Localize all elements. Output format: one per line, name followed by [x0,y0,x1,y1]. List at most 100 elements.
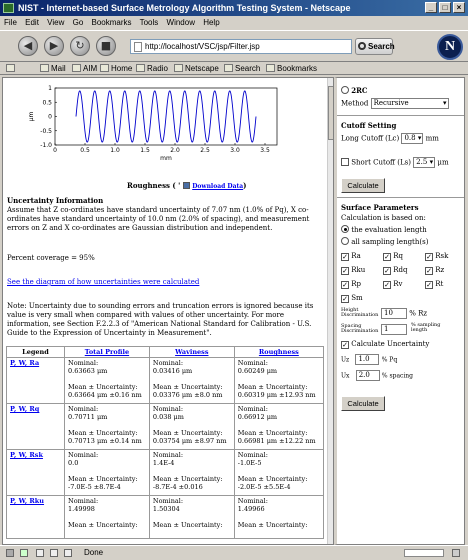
param-checkbox[interactable]: ✓ [383,253,391,261]
cell-line: 0.63663 μm [68,367,108,375]
param-label: Rku [351,266,366,274]
ux-input[interactable]: 2.0 [355,370,380,381]
method-select[interactable]: Recursive [370,98,449,109]
netscape-logo[interactable]: N [437,34,463,60]
row-legend[interactable]: P, W, Ra [6,357,65,404]
menu-edit[interactable]: Edit [25,18,39,27]
radio-2rc[interactable] [341,86,349,94]
method-row: Method Recursive [341,98,449,109]
component-icon[interactable] [64,549,72,557]
calculate-button-top[interactable]: Calculate [341,178,385,193]
cell-line: Mean ± Uncertainty: [68,521,138,529]
row-legend[interactable]: P, W, Rq [6,403,65,450]
all-sampling-option[interactable]: all sampling length(s) [341,237,428,246]
param-checkbox[interactable]: ✓ [425,253,433,261]
th-roughness[interactable]: Roughness [233,346,325,358]
back-button[interactable]: ◀ [18,36,38,56]
short-cutoff-checkbox[interactable] [341,157,349,166]
personal-toolbar: Mail AIM Home Radio Netscape Search Book… [0,62,468,75]
cell-line: 0.60319 μm ±12.93 nm [237,391,316,399]
toolbar-mail[interactable]: Mail [40,62,66,75]
param-rz[interactable]: ✓ Rz [425,266,444,275]
online-status-icon[interactable] [452,549,460,557]
y-tick-label: -1.0 [40,142,52,149]
param-rsk[interactable]: ✓ Rsk [425,252,448,261]
table-cell: Nominal: 0.63663 μm Mean ± Uncertainty: 0.6… [64,357,150,404]
radio-eval-length[interactable] [341,225,349,233]
param-checkbox[interactable]: ✓ [341,281,349,289]
component-icon[interactable] [36,549,44,557]
url-input[interactable]: http://localhost/VSC/jsp/Filter.jsp [130,39,352,54]
uz-input[interactable]: 1.0 [355,354,380,365]
param-checkbox[interactable]: ✓ [383,267,391,275]
menu-go[interactable]: Go [73,18,84,27]
param-checkbox[interactable]: ✓ [341,295,349,303]
filter-2rc-option[interactable]: 2RC [341,86,368,95]
cell-line: Nominal: [68,405,99,413]
title-bar: NIST - Internet-based Surface Metrology … [0,0,468,16]
toolbar-bookmarks[interactable]: Bookmarks [266,62,317,75]
height-discrimination-input[interactable]: 10 [381,308,407,319]
param-checkbox[interactable]: ✓ [425,281,433,289]
param-rt[interactable]: ✓ Rt [425,280,443,289]
long-cutoff-row: Long Cutoff (Lc) 0.8 mm [341,133,439,144]
menu-bookmarks[interactable]: Bookmarks [92,18,132,27]
param-rp[interactable]: ✓ Rp [341,280,361,289]
param-checkbox[interactable]: ✓ [425,267,433,275]
cell-line: 0.66912 μm [237,413,278,421]
menu-file[interactable]: File [4,18,17,27]
security-lock-icon[interactable] [6,549,14,557]
toolbar-netscape[interactable]: Netscape [174,62,219,75]
param-checkbox[interactable]: ✓ [383,281,391,289]
maximize-button[interactable]: □ [439,2,451,13]
toolbar-search[interactable]: Search [224,62,260,75]
param-ra[interactable]: ✓ Ra [341,252,361,261]
stop-button[interactable]: ■ [96,36,116,56]
menu-help[interactable]: Help [203,18,219,27]
eval-length-option[interactable]: the evaluation length [341,225,427,234]
table-cell: Nominal: -1.0E-5 Mean ± Uncertainty: -2.0E-… [233,449,325,496]
menu-view[interactable]: View [47,18,64,27]
close-button[interactable]: × [453,2,465,13]
long-cutoff-select[interactable]: 0.8 [401,133,424,144]
menu-window[interactable]: Window [167,18,195,27]
param-rku[interactable]: ✓ Rku [341,266,365,275]
row-legend[interactable]: P, W, Rku [6,495,65,539]
param-rq[interactable]: ✓ Rq [383,252,403,261]
row-legend[interactable]: P, W, Rsk [6,449,65,496]
diagram-link[interactable]: See the diagram of how uncertainties wer… [7,278,325,287]
calc-uncertainty-checkbox[interactable]: ✓ [341,341,349,349]
forward-button[interactable]: ▶ [44,36,64,56]
ux-row: Ux 2.0 % spacing [341,370,414,381]
radio-all-sampling[interactable] [341,237,349,245]
short-cutoff-select[interactable]: 2.5 [413,157,436,168]
reload-button[interactable]: ↻ [70,36,90,56]
param-checkbox[interactable]: ✓ [341,267,349,275]
divider [337,197,464,198]
cell-line [153,467,231,475]
toolbar-aim[interactable]: AIM [72,62,97,75]
calc-uncertainty-row[interactable]: ✓ Calculate Uncertainty [341,340,429,349]
component-icon[interactable] [50,549,58,557]
menu-tools[interactable]: Tools [140,18,159,27]
calculate-button-bottom[interactable]: Calculate [341,396,385,411]
table-cell: Nominal: 0.0 Mean ± Uncertainty: -7.0E-5 ±8… [64,449,150,496]
th-waviness[interactable]: Waviness [148,346,235,358]
download-data-link[interactable]: Download Data [192,183,243,190]
series-line [75,90,257,143]
minimize-button[interactable]: _ [425,2,437,13]
vertical-scrollbar[interactable] [327,78,333,544]
spacing-discrimination-input[interactable]: 1 [381,324,407,335]
note-text: Note: Uncertainty due to sounding errors… [7,302,314,337]
toolbar-radio[interactable]: Radio [136,62,168,75]
tab-icon[interactable] [6,62,17,75]
param-checkbox[interactable]: ✓ [341,253,349,261]
th-total-profile[interactable]: Total Profile [64,346,150,358]
uncertainty-heading: Uncertainty Information [7,196,104,205]
toolbar-home[interactable]: Home [100,62,132,75]
table-cell: Nominal: 0.60249 μm Mean ± Uncertainty: 0.6… [233,357,325,404]
param-rv[interactable]: ✓ Rv [383,280,402,289]
search-button[interactable]: Search [355,38,395,55]
param-sm[interactable]: ✓ Sm [341,294,363,303]
param-rdq[interactable]: ✓ Rdq [383,266,407,275]
